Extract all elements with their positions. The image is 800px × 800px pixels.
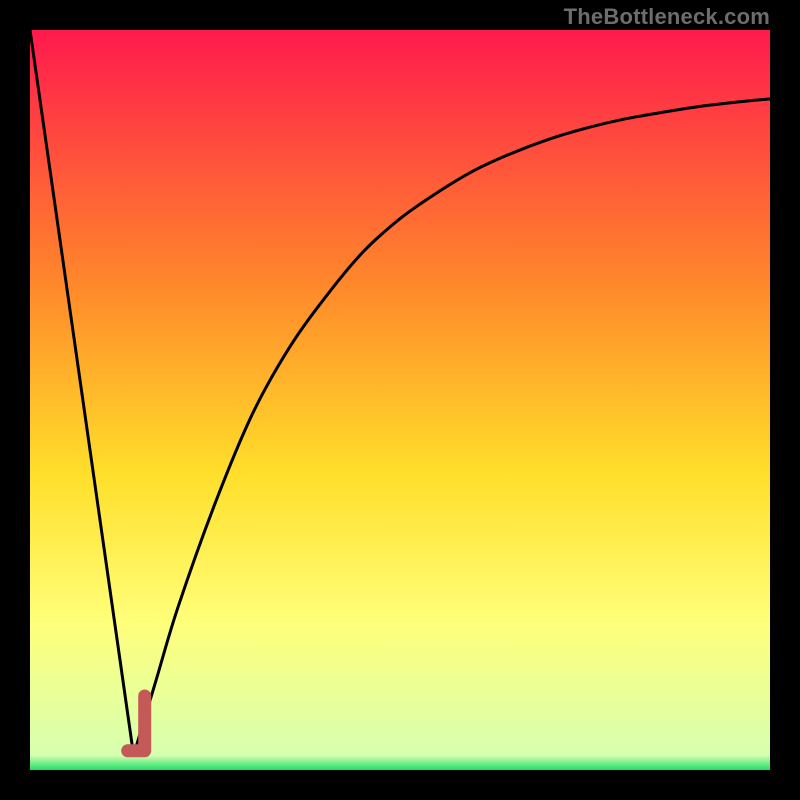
watermark-text: TheBottleneck.com <box>564 4 770 30</box>
heat-gradient-bg <box>30 30 770 770</box>
chart-frame: TheBottleneck.com <box>0 0 800 800</box>
chart-svg <box>30 30 770 770</box>
plot-area <box>30 30 770 770</box>
